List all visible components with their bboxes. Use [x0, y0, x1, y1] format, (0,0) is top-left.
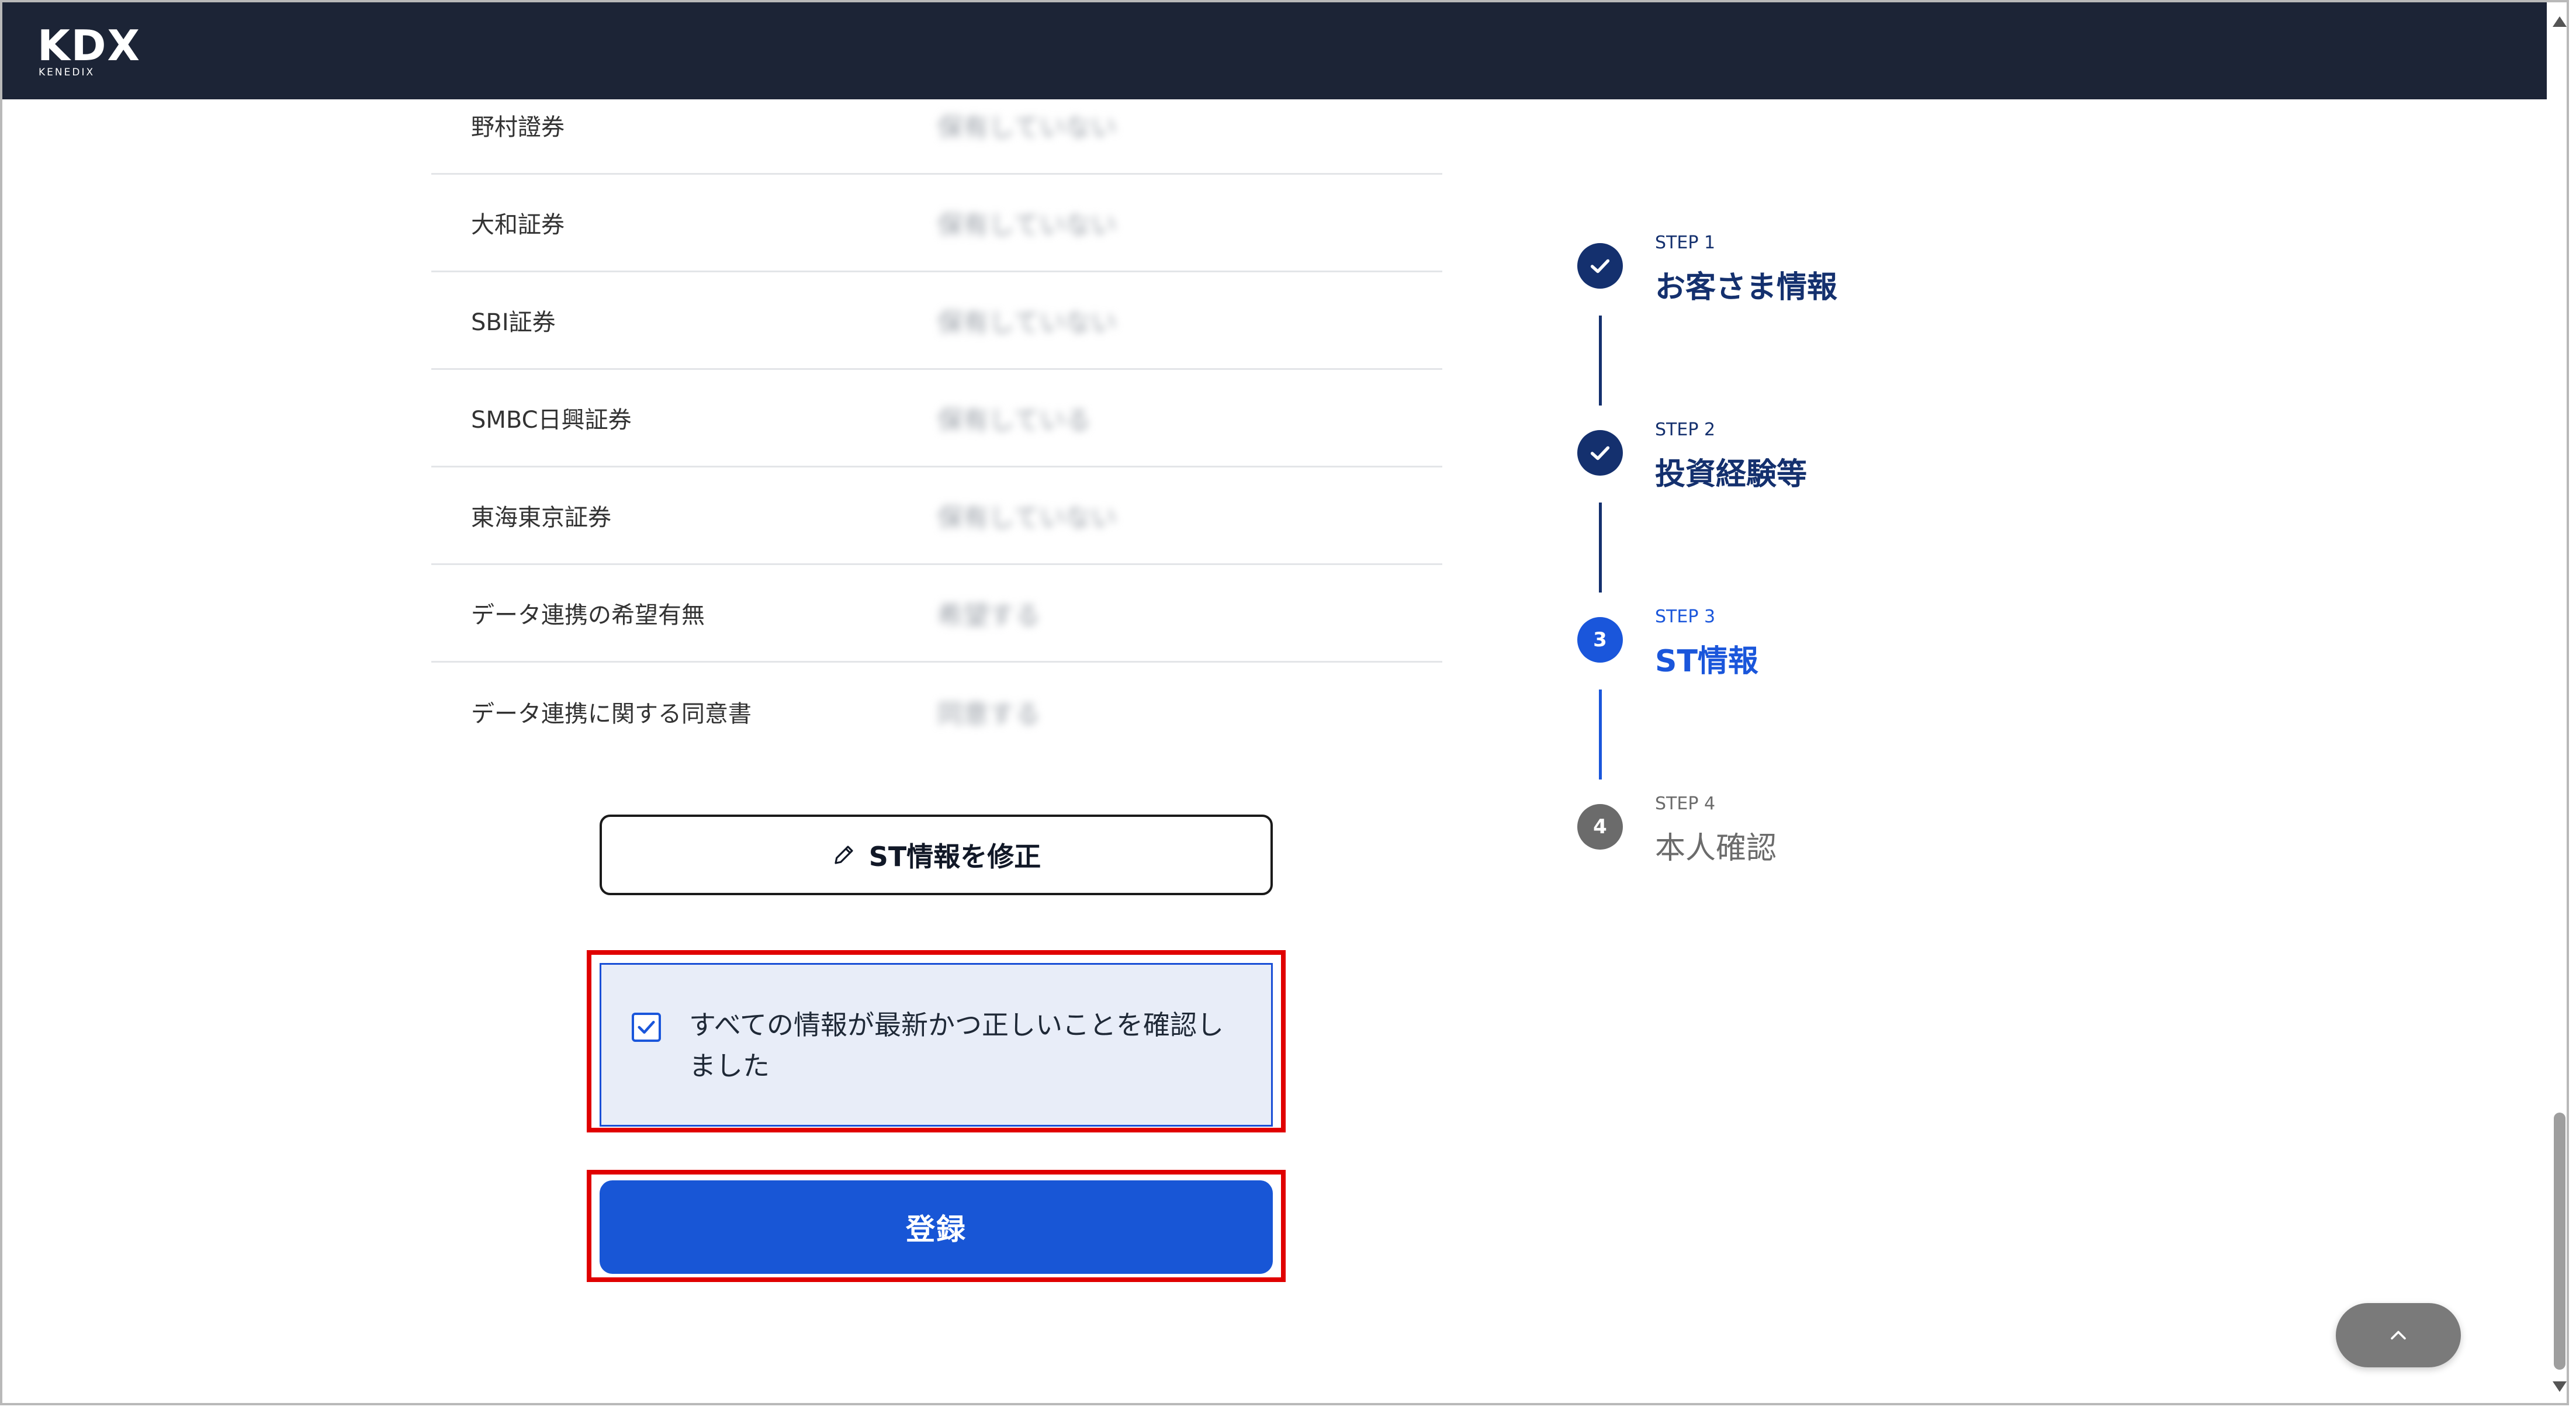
pencil-icon	[835, 846, 853, 864]
step-4-title: 本人確認	[1655, 831, 1777, 866]
row-value-blurred: 保有している	[937, 406, 1091, 435]
step-3-current-icon: 3	[1577, 617, 1623, 663]
confirm-checkbox-panel[interactable]: すべての情報が最新かつ正しいことを確認しました	[600, 963, 1273, 1127]
table-row: 野村證券 保有していない	[431, 77, 1442, 175]
table-row: SBI証券 保有していない	[431, 272, 1442, 370]
scroll-down-arrow-icon[interactable]	[2553, 1381, 2567, 1392]
row-value-blurred: 保有していない	[937, 503, 1117, 533]
table-row: 大和証券 保有していない	[431, 175, 1442, 272]
chevron-up-icon	[2391, 1331, 2406, 1340]
row-value-blurred: 保有していない	[937, 308, 1117, 338]
table-row: 東海東京証券 保有していない	[431, 467, 1442, 565]
step-1-title: お客さま情報	[1655, 270, 1838, 305]
row-value-blurred: 希望する	[937, 601, 1040, 630]
row-label: データ連携の希望有無	[471, 602, 705, 629]
row-label: 大和証券	[471, 212, 565, 238]
logo-text: KDX	[37, 21, 141, 70]
step-3-number: STEP 3	[1655, 607, 1716, 627]
kdx-logo[interactable]: KDX KENEDIX	[37, 21, 143, 78]
scroll-up-arrow-icon[interactable]	[2553, 16, 2567, 27]
vertical-scrollbar[interactable]	[2547, 2, 2567, 1403]
logo-subtext: KENEDIX	[39, 67, 95, 78]
row-label: SBI証券	[471, 309, 556, 336]
step-2-title: 投資経験等	[1655, 457, 1808, 492]
scroll-to-top-button[interactable]	[2336, 1303, 2461, 1367]
step-2-number: STEP 2	[1655, 420, 1716, 440]
table-row: データ連携の希望有無 希望する	[431, 565, 1442, 663]
check-icon	[1590, 259, 1610, 273]
register-button-label: 登録	[906, 1212, 967, 1246]
step-3-title: ST情報	[1655, 644, 1758, 679]
edit-st-info-button[interactable]: ST情報を修正	[600, 815, 1273, 895]
step-2-complete-icon	[1577, 430, 1623, 476]
row-label: SMBC日興証券	[471, 407, 632, 434]
browser-viewport: KDX KENEDIX 野村證券 保有していない 大和証券 保有していない SB…	[0, 0, 2569, 1405]
step-4-pending-icon: 4	[1577, 804, 1623, 850]
register-button[interactable]: 登録	[600, 1180, 1273, 1274]
step-connector	[1599, 316, 1602, 406]
confirm-label: すべての情報が最新かつ正しいことを確認しました	[689, 1009, 1224, 1082]
table-row: SMBC日興証券 保有している	[431, 370, 1442, 467]
step-connector	[1599, 503, 1602, 593]
edit-button-label: ST情報を修正	[868, 841, 1041, 872]
step-connector	[1599, 690, 1602, 780]
row-value-blurred: 同意する	[937, 699, 1040, 729]
row-value-blurred: 保有していない	[937, 113, 1117, 143]
table-row: データ連携に関する同意書 同意する	[431, 663, 1442, 760]
confirm-checkbox[interactable]	[632, 1013, 661, 1042]
step-3-badge-number: 3	[1593, 628, 1607, 652]
row-label: 野村證券	[471, 114, 565, 141]
step-1-number: STEP 1	[1655, 233, 1716, 253]
check-icon	[638, 1020, 655, 1034]
step-1-complete-icon	[1577, 243, 1623, 289]
scrollbar-thumb[interactable]	[2554, 1113, 2565, 1370]
row-label: データ連携に関する同意書	[471, 700, 752, 727]
step-4-number: STEP 4	[1655, 794, 1716, 814]
row-label: 東海東京証券	[471, 504, 611, 531]
check-icon	[1590, 446, 1610, 460]
step-4-badge-number: 4	[1593, 815, 1607, 839]
row-value-blurred: 保有していない	[937, 210, 1117, 240]
